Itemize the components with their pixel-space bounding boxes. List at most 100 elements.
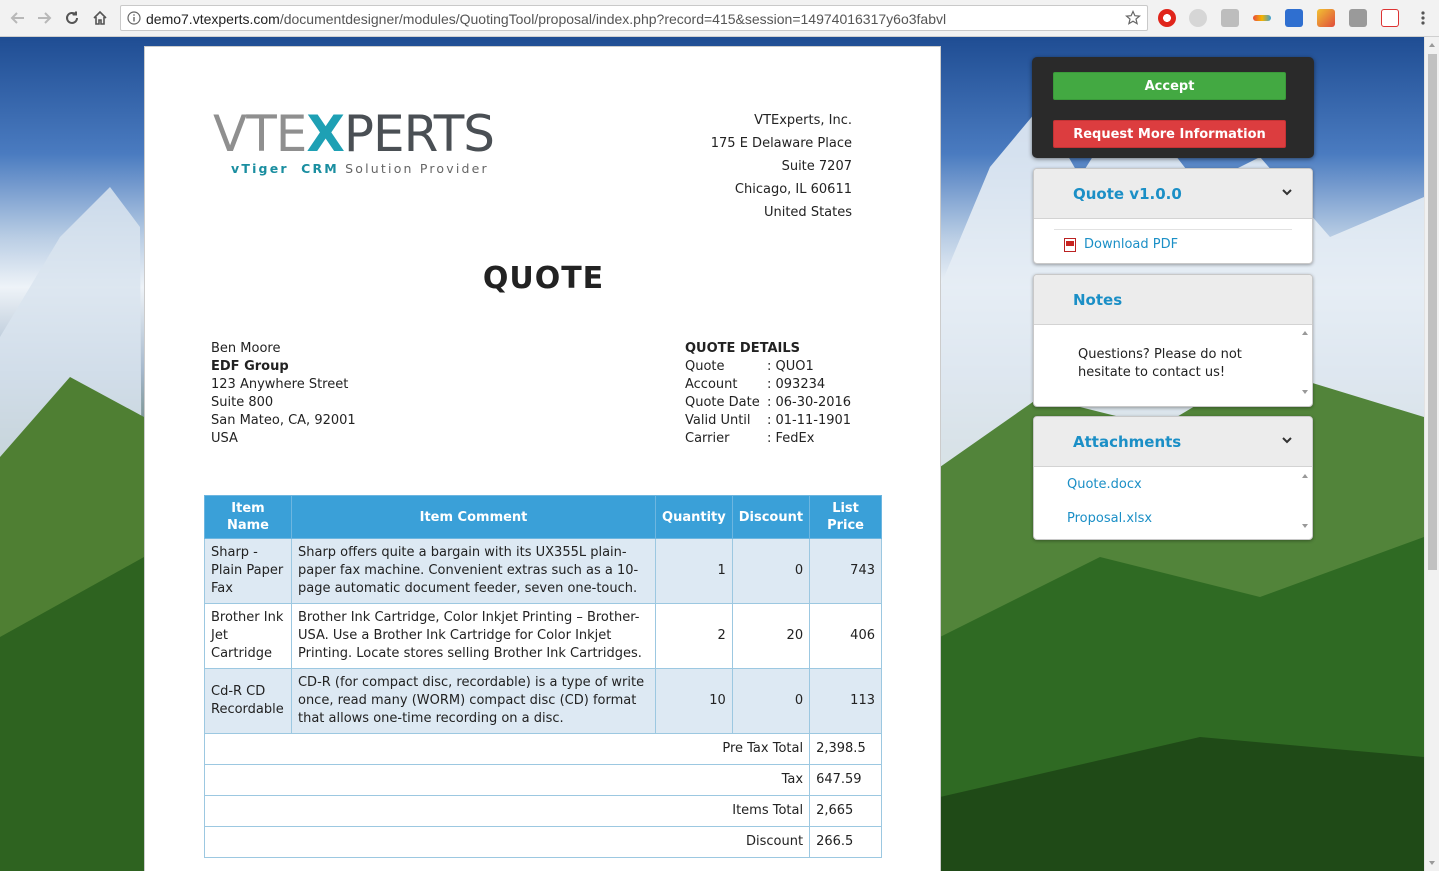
extension-icon[interactable] <box>1253 15 1271 21</box>
opera-extension-icon[interactable] <box>1158 9 1176 27</box>
quote-number-row: Quote: QUO1 <box>685 359 814 374</box>
attachments-title: Attachments <box>1073 433 1182 451</box>
valid-until-row: Valid Until: 01-11-1901 <box>685 413 852 428</box>
total-label: Tax <box>203 764 811 796</box>
customer-city: San Mateo, CA, 92001 <box>211 413 356 428</box>
info-icon[interactable] <box>127 11 141 25</box>
item-name-cell: Cd-R CD Recordable <box>204 668 292 734</box>
column-header: Item Name <box>204 495 292 539</box>
extension-icon[interactable] <box>1317 9 1335 27</box>
company-country: United States <box>763 205 852 220</box>
bill-to-address: Ben Moore EDF Group 123 Anywhere Street … <box>211 340 356 448</box>
total-value: 2,665 <box>809 795 882 827</box>
item-name-cell: Sharp - Plain Paper Fax <box>204 538 292 604</box>
page-scrollbar[interactable] <box>1424 37 1439 871</box>
quantity-cell: 10 <box>655 668 733 734</box>
total-value: 2,398.5 <box>809 733 882 765</box>
customer-company: EDF Group <box>211 359 289 374</box>
scrollbar-thumb[interactable] <box>1428 54 1437 570</box>
extension-icon[interactable] <box>1221 9 1239 27</box>
carrier-row: Carrier: FedEx <box>685 431 815 446</box>
column-header: Quantity <box>655 495 733 539</box>
company-name: VTExperts, Inc. <box>754 113 852 128</box>
column-header: Discount <box>731 495 811 539</box>
quote-version-panel: Quote v1.0.0 Download PDF <box>1033 168 1313 264</box>
account-row: Account: 093234 <box>685 377 826 392</box>
customer-street: 123 Anywhere Street <box>211 377 349 392</box>
total-row: Pre Tax Total 2,398.5 <box>203 733 882 765</box>
extension-icon[interactable] <box>1381 9 1399 27</box>
document-title: QUOTE <box>482 261 605 296</box>
item-name-cell: Brother Ink Jet Cartridge <box>204 603 292 669</box>
url-text: demo7.vtexperts.com/documentdesigner/mod… <box>146 11 947 27</box>
table-row: Sharp - Plain Paper Fax Sharp offers qui… <box>204 538 882 604</box>
attachments-header[interactable]: Attachments <box>1034 417 1312 467</box>
notes-scroll-up[interactable] <box>1302 331 1308 335</box>
notes-scroll-down[interactable] <box>1302 390 1308 394</box>
notes-text: Questions? Please do not hesitate to con… <box>1078 347 1242 380</box>
contact-name: Ben Moore <box>211 341 281 356</box>
notes-header: Notes <box>1034 275 1312 325</box>
pdf-icon <box>1064 237 1076 252</box>
download-pdf-label: Download PDF <box>1084 237 1179 252</box>
customer-country: USA <box>211 431 238 446</box>
home-icon[interactable] <box>90 8 110 28</box>
browser-toolbar: demo7.vtexperts.com/documentdesigner/mod… <box>0 0 1439 37</box>
attachments-panel: Attachments Quote.docx Proposal.xlsx <box>1033 416 1313 540</box>
action-panel: Accept Request More Information <box>1032 57 1314 158</box>
company-suite: Suite 7207 <box>781 159 852 174</box>
column-header: List Price <box>809 495 882 539</box>
total-row: Discount 266.5 <box>203 826 882 858</box>
company-city: Chicago, IL 60611 <box>734 182 852 197</box>
download-pdf-link[interactable]: Download PDF <box>1064 237 1178 252</box>
quote-details-heading: QUOTE DETAILS <box>685 341 801 356</box>
company-street: 175 E Delaware Place <box>710 136 852 151</box>
attachment-link[interactable]: Quote.docx <box>1067 477 1142 492</box>
discount-cell: 0 <box>731 538 811 604</box>
column-header: Item Comment <box>290 495 657 539</box>
table-row: Cd-R CD Recordable CD-R (for compact dis… <box>204 668 882 734</box>
quantity-cell: 2 <box>655 603 733 669</box>
price-cell: 406 <box>809 603 882 669</box>
item-comment-cell: Sharp offers quite a bargain with its UX… <box>290 538 657 604</box>
attachments-scroll-down[interactable] <box>1302 524 1308 528</box>
item-comment-cell: CD-R (for compact disc, recordable) is a… <box>290 668 657 734</box>
notes-panel: Notes Questions? Please do not hesitate … <box>1033 274 1313 407</box>
price-cell: 743 <box>809 538 882 604</box>
price-cell: 113 <box>809 668 882 734</box>
accept-button[interactable]: Accept <box>1053 72 1286 100</box>
total-row: Items Total 2,665 <box>203 795 882 827</box>
chevron-down-icon[interactable] <box>1282 187 1292 197</box>
extension-icon[interactable] <box>1285 9 1303 27</box>
customer-suite: Suite 800 <box>211 395 274 410</box>
discount-cell: 0 <box>731 668 811 734</box>
total-label: Discount <box>203 826 811 858</box>
quantity-cell: 1 <box>655 538 733 604</box>
discount-cell: 20 <box>731 603 811 669</box>
company-address: VTExperts, Inc. 175 E Delaware Place Sui… <box>711 109 852 224</box>
total-row: Tax 647.59 <box>203 764 882 796</box>
item-comment-cell: Brother Ink Cartridge, Color Inkjet Prin… <box>290 603 657 669</box>
quote-version-title: Quote v1.0.0 <box>1073 185 1182 203</box>
reload-icon[interactable] <box>62 8 82 28</box>
star-icon[interactable] <box>1125 10 1141 26</box>
extension-icon[interactable] <box>1189 9 1207 27</box>
total-value: 647.59 <box>809 764 882 796</box>
attachment-link[interactable]: Proposal.xlsx <box>1067 511 1152 526</box>
menu-icon[interactable] <box>1413 8 1433 28</box>
total-label: Items Total <box>203 795 811 827</box>
notes-title: Notes <box>1073 291 1123 309</box>
attachments-scroll-up[interactable] <box>1302 474 1308 478</box>
request-info-button[interactable]: Request More Information <box>1053 120 1286 148</box>
total-value: 266.5 <box>809 826 882 858</box>
quote-version-header[interactable]: Quote v1.0.0 <box>1034 169 1312 219</box>
table-row: Brother Ink Jet Cartridge Brother Ink Ca… <box>204 603 882 669</box>
total-label: Pre Tax Total <box>203 733 811 765</box>
chevron-down-icon[interactable] <box>1282 435 1292 445</box>
back-icon[interactable] <box>8 8 28 28</box>
quote-document: VTEXPERTS vTiger CRM Solution Provider V… <box>144 46 941 871</box>
table-header-row: Item Name Item Comment Quantity Discount… <box>204 495 882 539</box>
address-bar[interactable]: demo7.vtexperts.com/documentdesigner/mod… <box>120 5 1148 31</box>
extension-icon[interactable] <box>1349 9 1367 27</box>
forward-icon[interactable] <box>34 8 54 28</box>
